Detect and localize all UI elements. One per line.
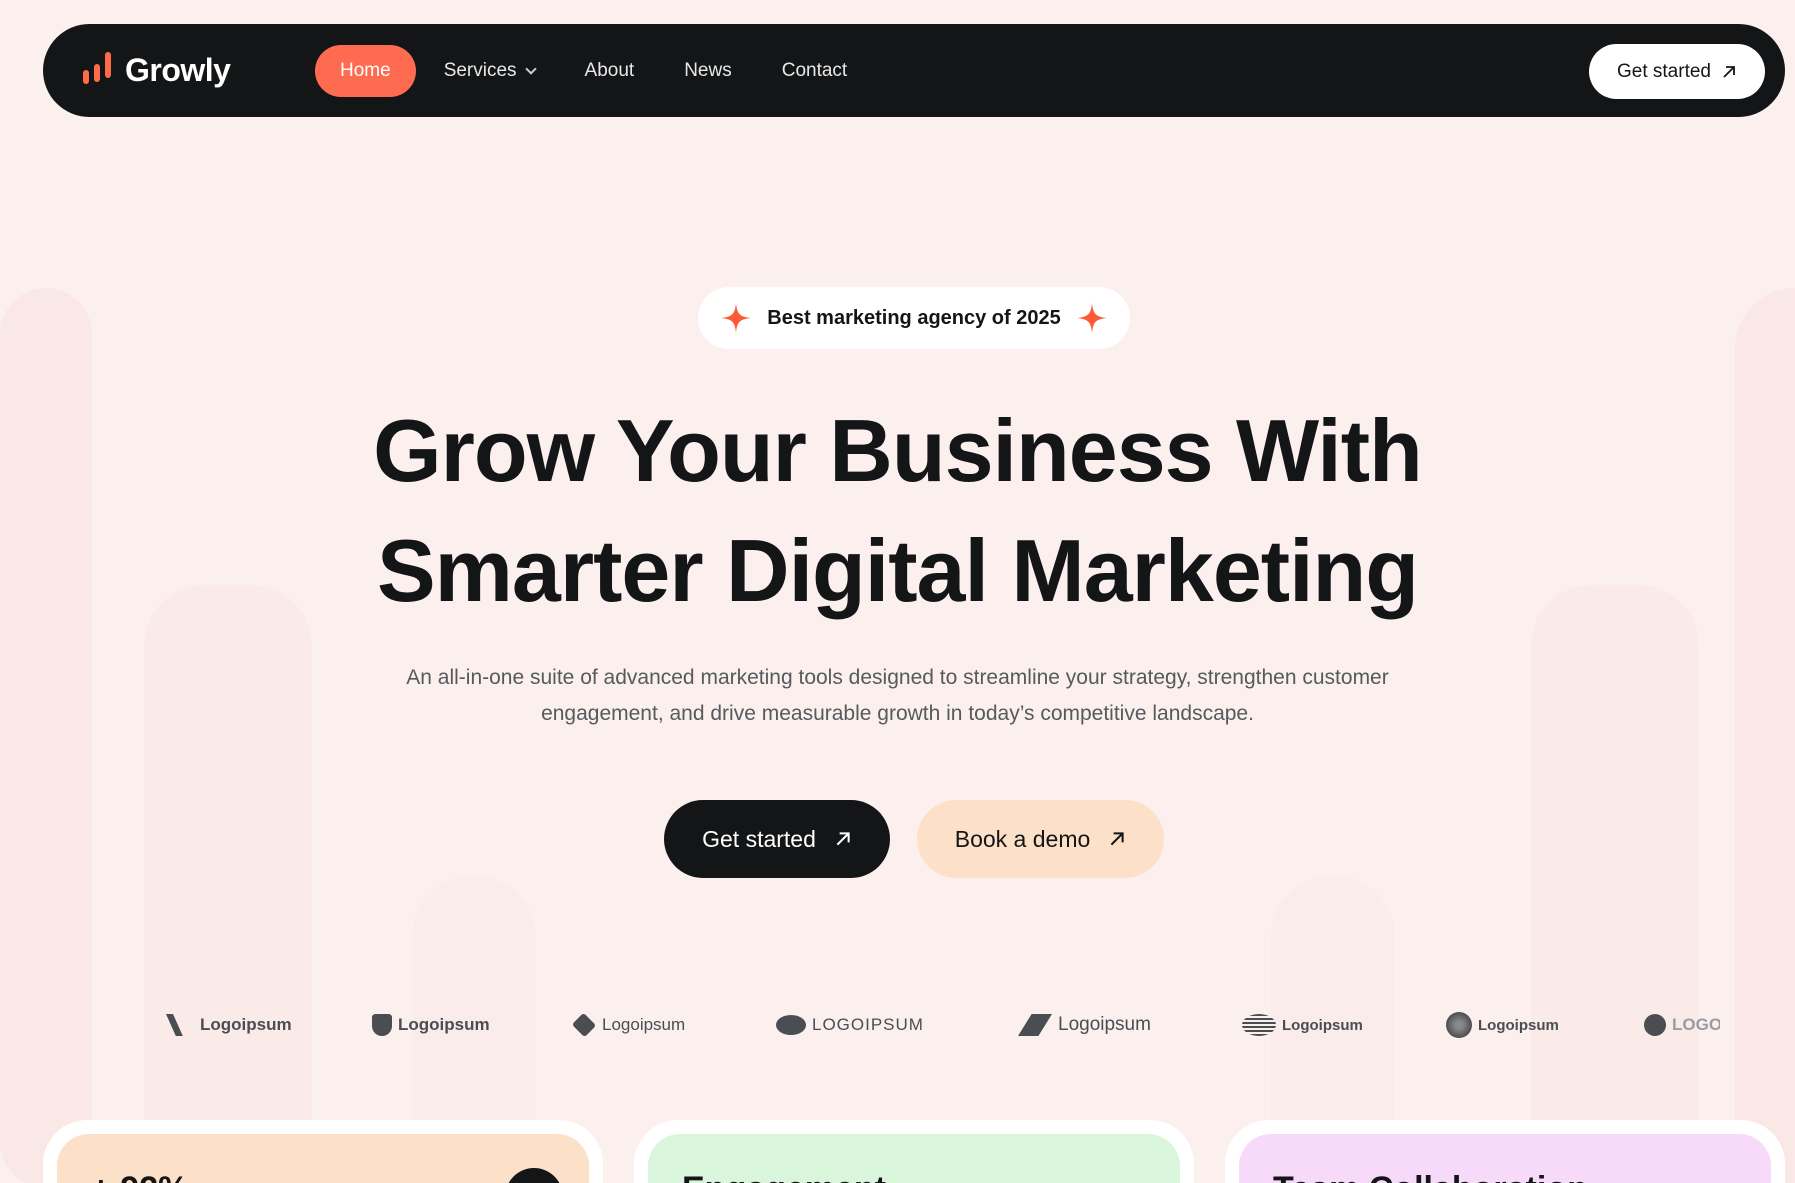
loop-logo-icon — [776, 1015, 806, 1035]
card-title: + 92% — [91, 1170, 188, 1183]
nav-item-home[interactable]: Home — [315, 45, 416, 97]
logo-text: Logoipsum — [398, 1015, 490, 1034]
arrow-up-right-icon — [1110, 832, 1124, 846]
card-title: Engagement — [682, 1170, 886, 1183]
nav-item-label: Home — [340, 60, 391, 81]
partner-logo: Logoipsum — [372, 1005, 490, 1045]
logo-text: Logoipsum — [200, 1015, 292, 1034]
partner-logos: Logoipsum Logoipsum Logoipsum LOGOIPSUM … — [160, 1005, 1720, 1045]
arrow-up-right-icon — [1723, 65, 1735, 78]
card-title: Team Collaboration — [1273, 1170, 1588, 1183]
sparkle-icon — [1076, 303, 1107, 333]
partner-logo: Logoipsum — [1018, 1005, 1151, 1045]
hero-title-line-2: Smarter Digital Marketing — [376, 521, 1419, 620]
arrow-up-right-icon — [836, 832, 850, 846]
nav-item-label: Contact — [781, 60, 848, 81]
badge-text: Best marketing agency of 2025 — [767, 306, 1061, 329]
logo-text: Logoipsum — [1282, 1016, 1363, 1034]
stripes-logo-icon — [1242, 1014, 1276, 1036]
partner-logo: Logoipsum — [166, 1005, 292, 1045]
button-label: Get started — [702, 825, 816, 852]
button-label: Book a demo — [954, 825, 1091, 852]
partner-logo: LOGOIPSUM — [1644, 1005, 1720, 1045]
background-column — [1531, 585, 1699, 1183]
get-started-button[interactable]: Get started — [1589, 44, 1765, 99]
logo-text: Logoipsum — [1058, 1014, 1151, 1035]
stat-card: + 92% — [43, 1120, 603, 1183]
brand-logo[interactable]: Growly — [83, 24, 231, 117]
feature-card: Team Collaboration — [1225, 1120, 1785, 1183]
ring-logo-icon — [1644, 1014, 1666, 1036]
nav-item-contact[interactable]: Contact — [757, 45, 872, 97]
get-started-cta-button[interactable]: Get started — [664, 800, 890, 878]
navbar: Growly Home Services About News Contact … — [43, 24, 1785, 117]
partner-logo: LOGOIPSUM — [776, 1005, 924, 1045]
partner-logo: Logoipsum — [1446, 1005, 1559, 1045]
feature-card: Engagement — [634, 1120, 1194, 1183]
nav-item-label: Services — [443, 60, 517, 81]
sparkle-icon — [721, 303, 752, 333]
nav-item-label: News — [684, 60, 732, 81]
nav-item-services[interactable]: Services — [419, 45, 560, 97]
logo-mark-icon — [166, 1014, 183, 1036]
logo-text: Logoipsum — [602, 1015, 686, 1034]
logo-text: LOGOIPSUM — [1672, 1015, 1720, 1034]
nav-item-label: About — [584, 60, 635, 81]
brand-name: Growly — [125, 52, 231, 88]
bar-chart-icon — [83, 51, 111, 86]
diamond-logo-icon — [571, 1012, 597, 1038]
button-label: Get started — [1617, 60, 1711, 82]
chevron-down-icon — [524, 62, 537, 75]
partner-logo: Logoipsum — [1242, 1005, 1363, 1045]
hero-title-line-1: Grow Your Business With — [373, 401, 1423, 500]
main-nav: Home Services About News Contact — [315, 45, 872, 97]
slash-logo-icon — [1018, 1014, 1052, 1036]
logo-text: LOGOIPSUM — [812, 1015, 924, 1034]
hero-description: An all-in-one suite of advanced marketin… — [406, 666, 1389, 725]
partner-logo: Logoipsum — [571, 1005, 686, 1045]
nav-item-about[interactable]: About — [560, 45, 660, 97]
globe-logo-icon — [1446, 1012, 1472, 1038]
nav-item-news[interactable]: News — [659, 45, 757, 97]
award-badge: Best marketing agency of 2025 — [698, 287, 1130, 349]
book-demo-button[interactable]: Book a demo — [917, 800, 1164, 878]
logo-text: Logoipsum — [1478, 1016, 1559, 1034]
background-column — [144, 585, 312, 1183]
shield-logo-icon — [372, 1014, 392, 1036]
